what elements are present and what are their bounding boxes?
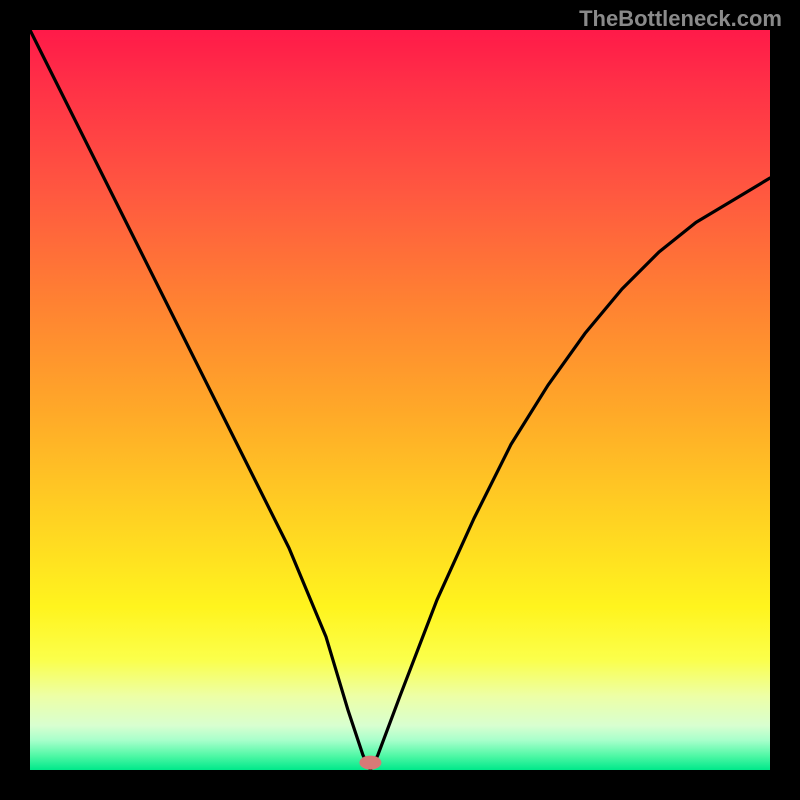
overlay-svg <box>30 30 770 770</box>
optimal-marker <box>359 756 381 770</box>
bottleneck-curve <box>30 30 770 770</box>
plot-area <box>30 30 770 770</box>
chart-container: TheBottleneck.com <box>0 0 800 800</box>
watermark-text: TheBottleneck.com <box>579 6 782 32</box>
